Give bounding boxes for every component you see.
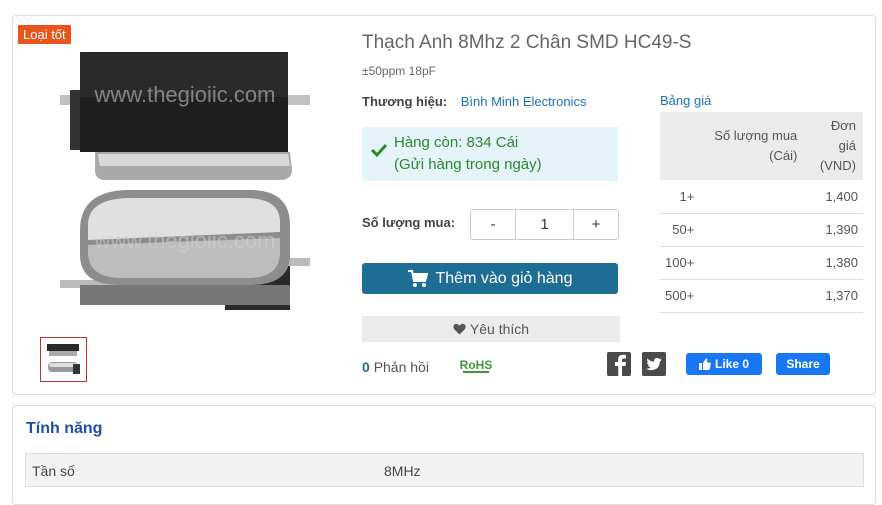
- product-subtitle: ±50ppm 18pF: [362, 64, 436, 78]
- header-quantity: Số lượng mua (Cái): [660, 112, 808, 180]
- price-table-title: Bảng giá: [660, 93, 712, 108]
- header-price: Đơn giá (VND): [807, 112, 863, 180]
- stock-box: Hàng còn: 834 Cái (Gửi hàng trong ngày): [362, 127, 618, 181]
- add-to-cart-label: Thêm vào giỏ hàng: [435, 269, 573, 287]
- spec-value: 8MHz: [384, 463, 421, 479]
- product-title: Thạch Anh 8Mhz 2 Chân SMD HC49-S: [362, 32, 692, 53]
- price-row: 100+ 1,380: [660, 246, 863, 280]
- watermark-2: www.thegioiic.com: [94, 228, 276, 253]
- price-row-price: 1,370: [807, 279, 863, 313]
- price-row-price: 1,380: [807, 246, 863, 280]
- features-title: Tính năng: [26, 420, 103, 437]
- price-row-qty: 500+: [660, 279, 808, 313]
- feedback-link[interactable]: 0 Phản hồi: [362, 359, 429, 375]
- header-price-line2: (VND): [819, 158, 856, 173]
- quantity-input[interactable]: [515, 210, 574, 239]
- heart-icon: [453, 323, 466, 335]
- quantity-stepper: - +: [470, 209, 619, 240]
- increase-button[interactable]: +: [574, 210, 618, 239]
- svg-text:RoHS: RoHS: [460, 358, 493, 372]
- rohs-logo: RoHS: [460, 358, 493, 373]
- feedback-label: Phản hồi: [373, 359, 429, 375]
- brand-link[interactable]: Bình Minh Electronics: [461, 94, 587, 109]
- price-row: 1+ 1,400: [660, 180, 863, 214]
- add-to-cart-button[interactable]: Thêm vào giỏ hàng: [362, 263, 618, 294]
- product-image[interactable]: www.thegioiic.com www.thegioiic.com: [40, 40, 330, 330]
- features-card: Tính năng Tần số 8MHz: [12, 405, 876, 505]
- price-row: 50+ 1,390: [660, 213, 863, 247]
- price-row: 500+ 1,370: [660, 279, 863, 313]
- cart-icon: [407, 269, 428, 287]
- price-table-header: Số lượng mua (Cái) Đơn giá (VND): [660, 112, 863, 180]
- price-table: Số lượng mua (Cái) Đơn giá (VND) 1+ 1,40…: [660, 112, 863, 313]
- favorite-label: Yêu thích: [469, 321, 530, 337]
- header-quantity-line2: (Cái): [769, 148, 798, 163]
- twitter-icon[interactable]: [642, 352, 666, 376]
- stock-count: Hàng còn: 834 Cái: [394, 134, 519, 151]
- watermark-1: www.thegioiic.com: [94, 82, 276, 107]
- price-row-qty: 50+: [660, 213, 808, 247]
- facebook-share-button[interactable]: Share: [776, 353, 830, 375]
- brand-label: Thương hiệu:: [362, 94, 448, 109]
- facebook-like-button[interactable]: Like 0: [686, 353, 762, 375]
- facebook-icon[interactable]: [607, 352, 631, 376]
- decrease-button[interactable]: -: [471, 210, 515, 239]
- like-label: Like 0: [714, 357, 750, 371]
- header-quantity-line1: Số lượng mua: [714, 128, 798, 143]
- feedback-count: 0: [362, 359, 370, 375]
- brand-row: Thương hiệu: Bình Minh Electronics: [362, 94, 586, 109]
- favorite-button[interactable]: Yêu thích: [362, 316, 620, 342]
- thumbs-up-icon: [698, 358, 711, 370]
- product-thumbnail[interactable]: [40, 337, 87, 382]
- spec-row: Tần số 8MHz: [25, 453, 864, 487]
- price-row-price: 1,400: [807, 180, 863, 214]
- price-row-qty: 1+: [660, 180, 808, 214]
- check-icon: [370, 143, 388, 158]
- shipping-note: (Gửi hàng trong ngày): [394, 156, 542, 173]
- quantity-label: Số lượng mua:: [362, 215, 456, 230]
- price-row-price: 1,390: [807, 213, 863, 247]
- spec-key: Tần số: [32, 463, 75, 479]
- price-row-qty: 100+: [660, 246, 808, 280]
- header-price-line1: Đơn giá: [830, 118, 856, 153]
